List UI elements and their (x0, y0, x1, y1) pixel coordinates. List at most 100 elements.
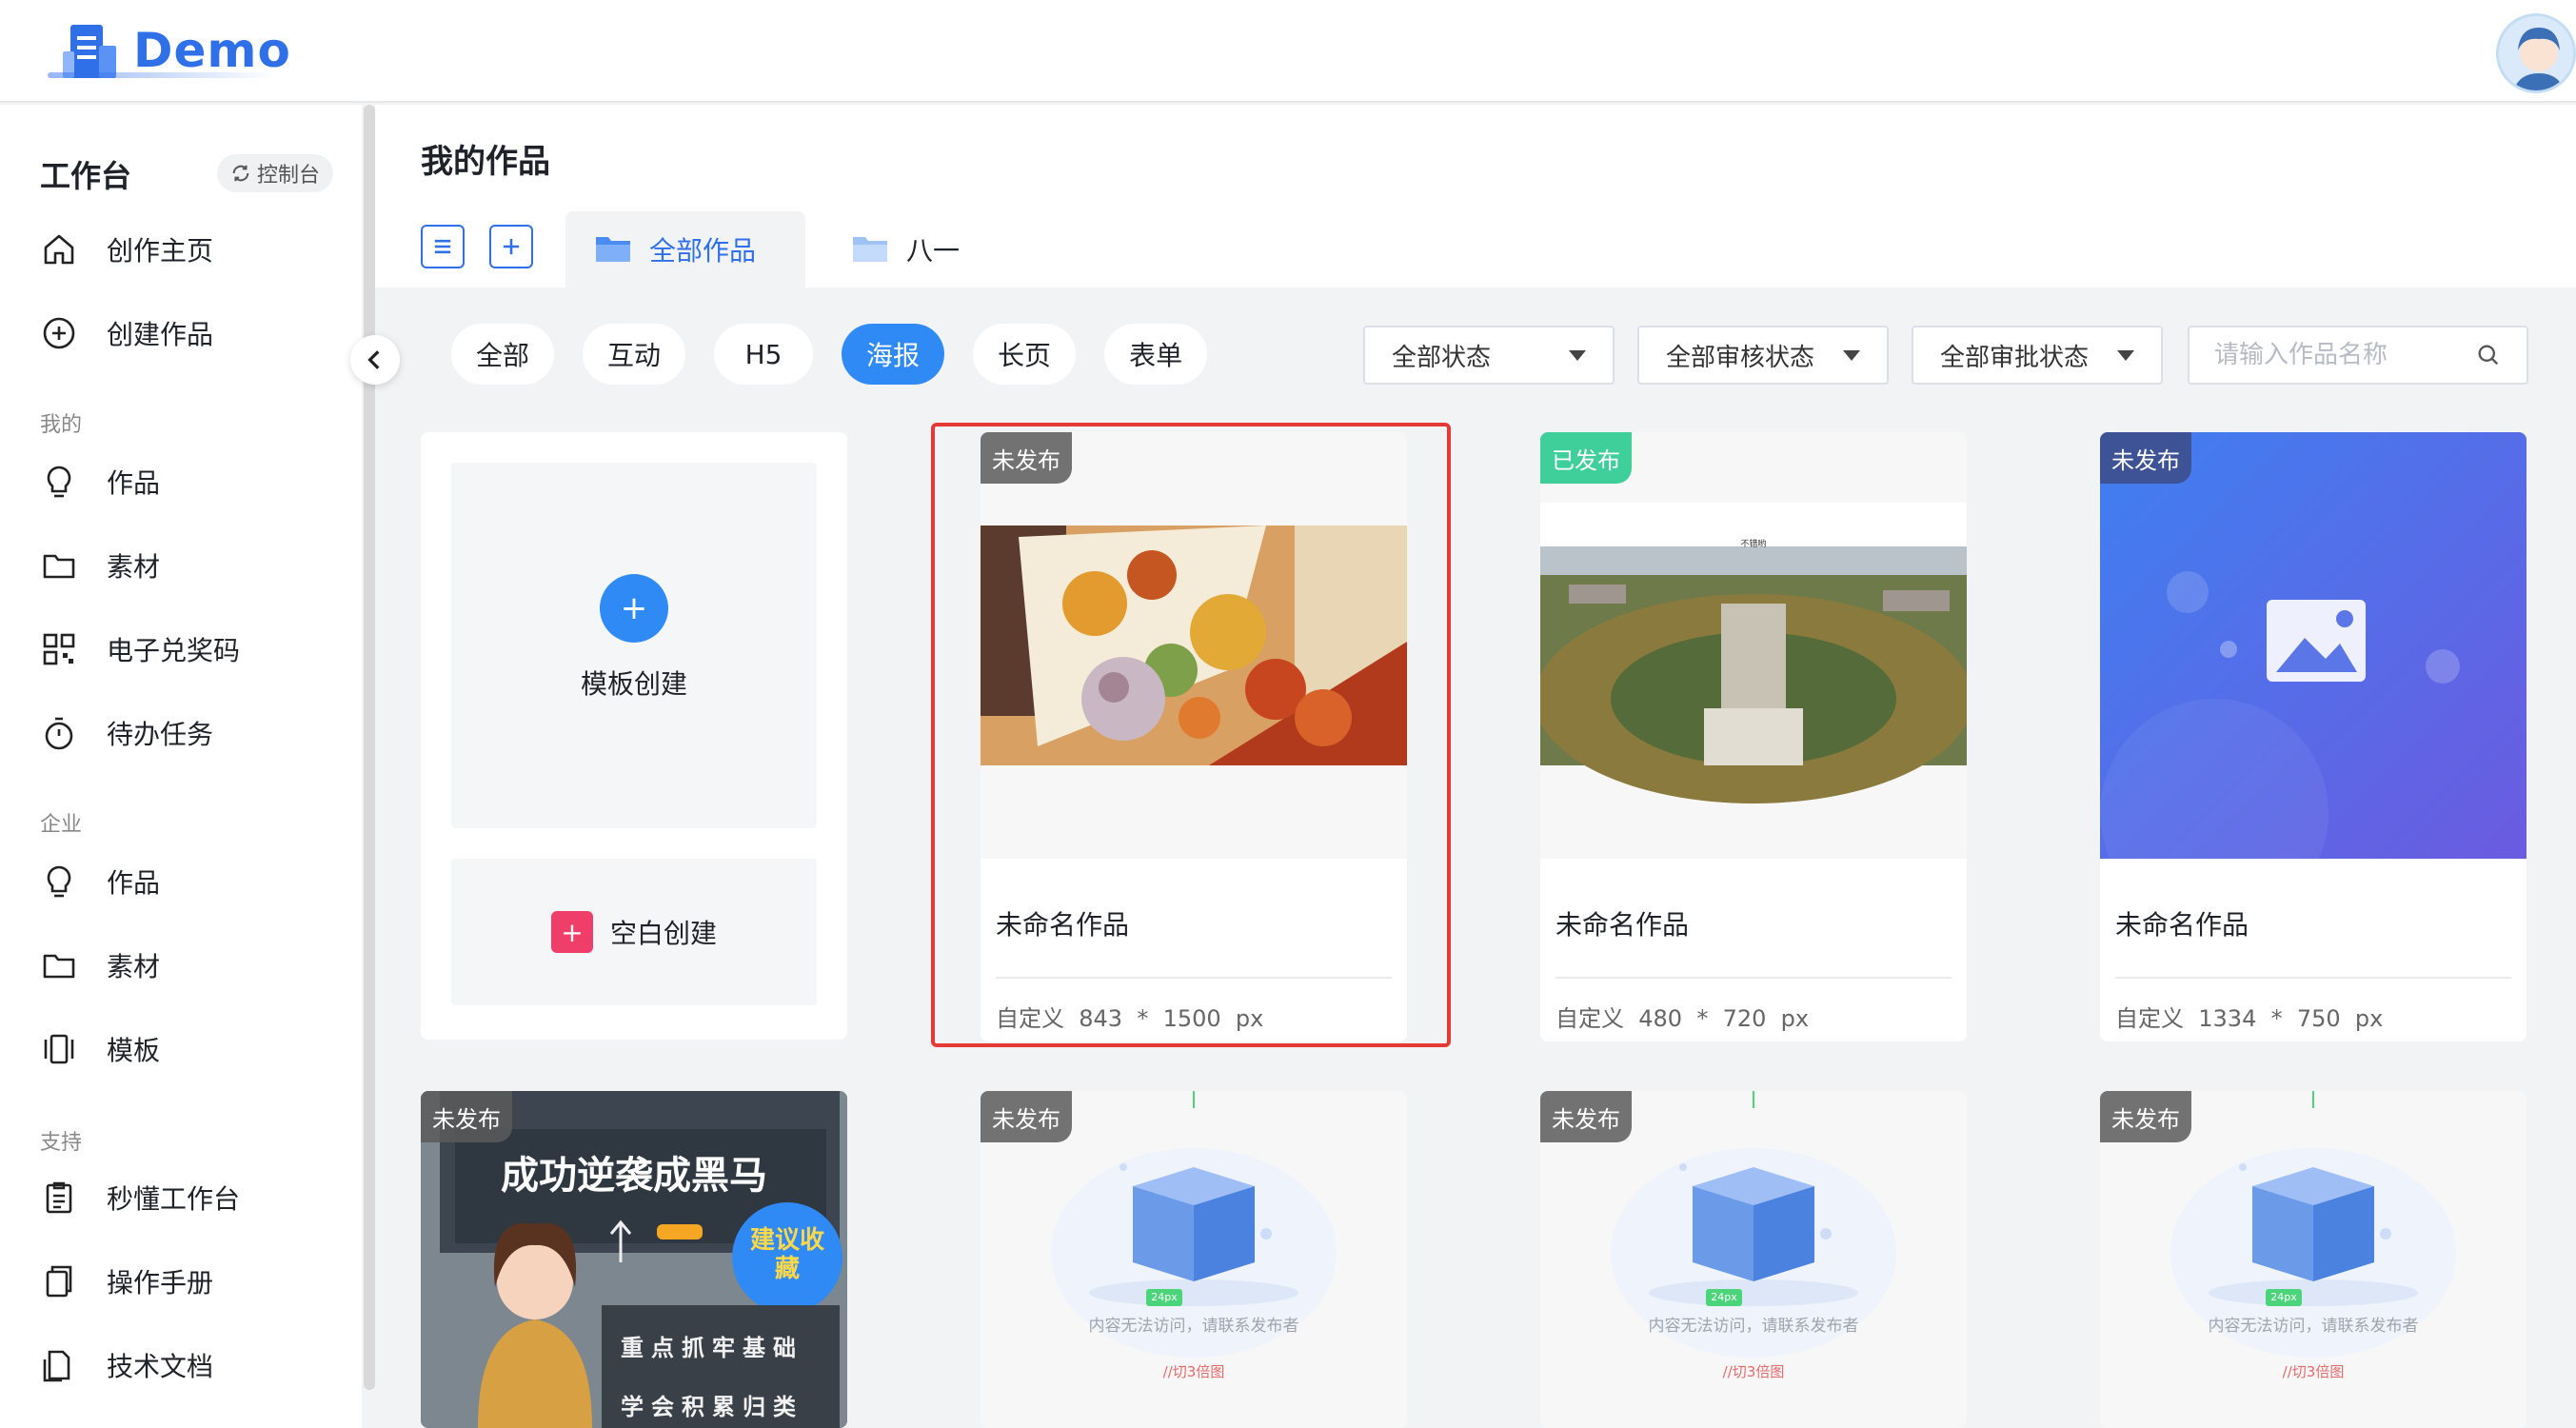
plus-square-icon: + (550, 911, 593, 953)
image-placeholder-icon (2100, 432, 2526, 859)
filter-long-page[interactable]: 长页 (973, 324, 1077, 385)
status-badge: 未发布 (2100, 1091, 2191, 1142)
main-header: 我的作品 全部作品 八一 (375, 105, 2576, 288)
empty-text: 内容无法访问，请联系发布者 (2208, 1317, 2419, 1336)
avatar-icon (2499, 16, 2573, 90)
sidebar-item-label: 作品 (107, 867, 161, 899)
work-name: 未命名作品 (1556, 909, 1690, 941)
bulb-icon (47, 865, 71, 898)
plus-icon (503, 238, 520, 255)
sidebar-item-label: 待办任务 (107, 719, 214, 750)
work-name: 未命名作品 (996, 909, 1130, 941)
empty-text: 内容无法访问，请联系发布者 (1088, 1317, 1299, 1336)
folder-tab-all[interactable]: 全部作品 (565, 211, 805, 288)
status-badge: 未发布 (981, 432, 1072, 484)
sidebar-item-tech-docs[interactable]: 技术文档 (38, 1337, 213, 1394)
sidebar-item-label: 创建作品 (107, 319, 214, 350)
blank-create-label: 空白创建 (609, 918, 717, 949)
dimension-label: 24px (1151, 1291, 1178, 1303)
folder-icon (43, 954, 75, 979)
sidebar-item-create[interactable]: 创建作品 (38, 305, 213, 362)
sidebar-item-label: 秒懂工作台 (107, 1183, 241, 1215)
work-card[interactable]: 24px 内容无法访问，请联系发布者 //切3倍图 未发布 (1540, 1091, 1967, 1428)
work-size: 自定义 1334 * 750 px (2115, 1005, 2384, 1032)
work-card[interactable]: 24px 内容无法访问，请联系发布者 //切3倍图 未发布 (981, 1091, 1407, 1428)
empty-text: 内容无法访问，请联系发布者 (1648, 1317, 1859, 1336)
sidebar-item-my-materials[interactable]: 素材 (38, 537, 160, 594)
sidebar-item-org-works[interactable]: 作品 (38, 853, 160, 910)
control-panel-button[interactable]: 控制台 (217, 154, 334, 192)
sidebar-item-label: 电子兑奖码 (107, 635, 241, 666)
sidebar-item-org-materials[interactable]: 素材 (38, 937, 160, 994)
poster-sticker: 建议收藏 (749, 1226, 824, 1283)
card-divider (1556, 977, 1952, 979)
logo-text: Demo (133, 23, 291, 78)
approval-status-select[interactable]: 全部审批状态 (1912, 326, 2163, 385)
sidebar-item-label: 素材 (107, 951, 161, 982)
status-badge: 未发布 (1540, 1091, 1632, 1142)
sidebar-scrollbar[interactable] (364, 105, 375, 1390)
sidebar-item-label: 素材 (107, 551, 161, 583)
template-create-button[interactable]: + 模板创建 (451, 463, 817, 828)
dimension-label: 24px (2270, 1291, 2297, 1303)
sidebar-item-redeem-code[interactable]: 电子兑奖码 (38, 621, 240, 678)
work-card[interactable]: 未发布 未命名作品 自定义 1334 * 750 px (2100, 432, 2526, 1041)
folder-tab-bayi[interactable]: 八一 (822, 211, 988, 288)
folder-icon (853, 237, 887, 262)
work-size: 自定义 480 * 720 px (1556, 1005, 1810, 1032)
work-card[interactable]: 24px 内容无法访问，请联系发布者 //切3倍图 未发布 (2100, 1091, 2526, 1428)
review-status-select[interactable]: 全部审核状态 (1637, 326, 1889, 385)
logo-underline (48, 72, 276, 78)
work-card[interactable]: 不错哟 已发布 未命名作品 自定义 480 * 720 px (1540, 432, 1967, 1041)
user-avatar[interactable] (2496, 13, 2576, 93)
sidebar-item-my-works[interactable]: 作品 (38, 453, 160, 510)
caret-down-icon (1569, 349, 1586, 361)
cut-note: //切3倍图 (1162, 1363, 1225, 1380)
work-size: 自定义 843 * 1500 px (996, 1005, 1264, 1032)
top-header: Demo (0, 0, 2576, 103)
sidebar-item-manual[interactable]: 操作手册 (38, 1253, 213, 1310)
status-badge: 未发布 (2100, 432, 2191, 484)
status-badge: 未发布 (421, 1091, 512, 1142)
chevron-left-icon (367, 350, 380, 369)
collapse-sidebar-button[interactable] (350, 335, 400, 385)
filter-form[interactable]: 表单 (1104, 324, 1208, 385)
sidebar: 工作台 控制台 创作主页 创建作品 我的 作品 素材 电子兑奖码 待办任务 企业… (0, 105, 362, 1428)
autumn-leaves-image (981, 432, 1407, 859)
work-card[interactable]: 成功逆袭成黑马 建议收藏 重点抓牢基础 学会积累归类 未发布 (421, 1091, 847, 1428)
poster-title: 成功逆袭成黑马 (501, 1154, 767, 1198)
poster-line-1: 重点抓牢基础 (621, 1335, 803, 1361)
status-select[interactable]: 全部状态 (1363, 326, 1615, 385)
approval-status-select-value: 全部审批状态 (1940, 343, 2090, 372)
dimension-label: 24px (1711, 1291, 1737, 1303)
type-filter-group: 全部 互动 H5 海报 长页 表单 (451, 324, 1208, 387)
card-divider (2115, 977, 2511, 979)
caret-down-icon (2117, 349, 2134, 361)
sidebar-item-todo[interactable]: 待办任务 (38, 704, 213, 762)
search-icon[interactable] (2475, 342, 2502, 368)
create-card: + 模板创建 + 空白创建 (421, 432, 847, 1040)
sidebar-item-templates[interactable]: 模板 (38, 1021, 160, 1078)
add-folder-button[interactable] (489, 225, 533, 268)
filter-poster[interactable]: 海报 (842, 324, 945, 385)
bulb-icon (47, 466, 71, 498)
sidebar-item-home[interactable]: 创作主页 (38, 221, 213, 278)
work-card[interactable]: 未发布 未命名作品 自定义 843 * 1500 px (981, 432, 1407, 1041)
home-icon (44, 234, 74, 265)
section-label-mine: 我的 (40, 413, 83, 437)
sidebar-item-intro[interactable]: 秒懂工作台 (38, 1169, 240, 1226)
filter-interactive[interactable]: 互动 (583, 324, 686, 385)
caret-down-icon (1843, 349, 1860, 361)
list-view-button[interactable] (421, 225, 465, 268)
folder-tab-label: 全部作品 (649, 235, 757, 267)
sidebar-item-label: 技术文档 (107, 1351, 214, 1382)
filter-h5[interactable]: H5 (714, 324, 814, 385)
search-input[interactable] (2214, 341, 2462, 369)
plus-circle-icon (43, 317, 75, 349)
sidebar-item-label: 创作主页 (107, 235, 214, 267)
work-thumbnail (2100, 432, 2526, 859)
blank-create-button[interactable]: + 空白创建 (451, 859, 817, 1005)
filter-all[interactable]: 全部 (451, 324, 555, 385)
work-thumbnail: 不错哟 (1540, 432, 1967, 859)
section-label-enterprise: 企业 (40, 813, 83, 837)
